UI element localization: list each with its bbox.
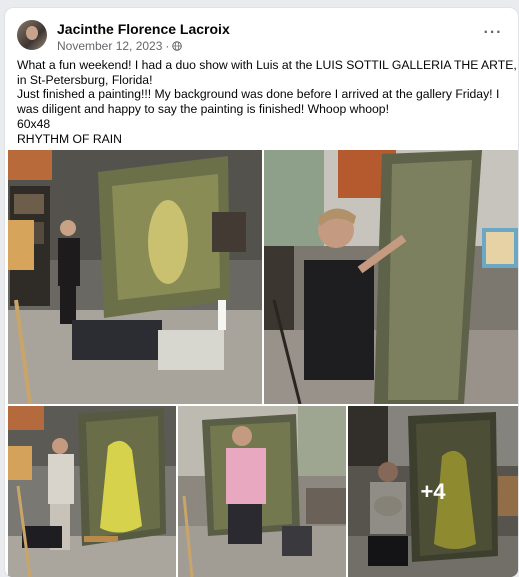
post-text-line: was diligent and happy to say the painti… [17,102,389,117]
photo-2[interactable] [264,150,518,404]
photo-2-image [264,150,518,404]
photo-4[interactable] [178,406,346,577]
post-card: Jacinthe Florence Lacroix November 12, 2… [5,8,518,577]
post-text-line: Just finished a painting!!! My backgroun… [17,87,500,102]
post-text-line: RHYTHM OF RAIN [17,131,122,146]
author-name[interactable]: Jacinthe Florence Lacroix [57,21,230,37]
more-photos-overlay[interactable]: +4 [348,406,518,577]
post-meta: November 12, 2023 · [57,39,183,53]
photo-1[interactable] [8,150,262,404]
post-text: What a fun weekend! I had a duo show wit… [17,58,517,146]
meta-separator: · [165,39,170,53]
more-photos-count: +4 [420,478,446,504]
photo-grid: +4 [5,150,518,577]
post-text-line: 60x48 [17,116,51,131]
photo-3-image [8,406,176,577]
more-options-button[interactable]: ··· [480,22,506,44]
photo-5[interactable]: +4 [348,406,518,577]
post-date[interactable]: November 12, 2023 [57,39,162,53]
globe-icon[interactable] [172,41,183,51]
photo-3[interactable] [8,406,176,577]
post-header: Jacinthe Florence Lacroix November 12, 2… [17,20,506,60]
photo-1-image [8,150,262,404]
post-text-line: in St-Petersburg, Florida! [17,72,153,87]
avatar[interactable] [17,20,47,50]
photo-4-image [178,406,346,577]
post-text-line: What a fun weekend! I had a duo show wit… [17,58,517,72]
